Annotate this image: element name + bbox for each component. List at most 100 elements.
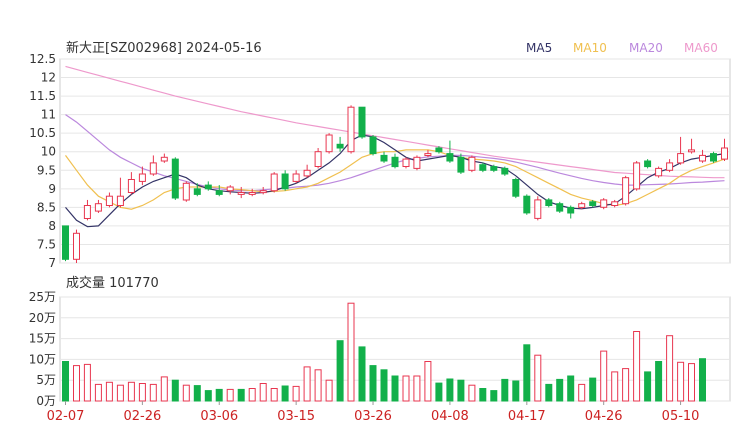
- date-tick-label: 04-17: [508, 409, 546, 424]
- candle: [226, 185, 234, 195]
- candle-body-up: [347, 106, 355, 153]
- volume-bar-up: [633, 331, 641, 402]
- candle-body-down: [589, 201, 597, 207]
- volume-bar-up: [611, 371, 619, 402]
- candle: [73, 229, 80, 263]
- candle: [666, 159, 674, 173]
- candle: [567, 205, 575, 219]
- date-tick-label: 02-07: [47, 409, 85, 424]
- candle-body-up: [105, 195, 113, 206]
- candle-body-down: [171, 158, 179, 199]
- candle: [105, 192, 113, 208]
- candle-body-up: [127, 179, 135, 193]
- volume-bar-down: [336, 340, 344, 402]
- candle-body-down: [710, 153, 717, 162]
- volume-bar-down: [644, 371, 652, 402]
- candle: [677, 136, 685, 165]
- candle: [325, 133, 333, 154]
- date-tick-label: 03-15: [277, 409, 315, 424]
- legend-ma20: MA20: [629, 41, 663, 55]
- candle-body-up: [578, 203, 586, 208]
- candle: [644, 159, 652, 169]
- candle: [534, 196, 542, 221]
- candle-body-up: [270, 173, 278, 192]
- price-tick-label: 9.5: [37, 163, 56, 177]
- volume-bar-up: [259, 383, 267, 402]
- volume-bar-down: [479, 388, 487, 402]
- price-tick-label: 12.5: [29, 52, 56, 66]
- candle-body-down: [62, 225, 69, 260]
- candle-body-down: [567, 206, 575, 214]
- date-tick-label: 04-08: [431, 409, 469, 424]
- volume-bar-down: [369, 365, 377, 402]
- volume-bar-down: [281, 385, 289, 402]
- price-tick-label: 11.5: [29, 89, 56, 103]
- candle: [556, 201, 564, 213]
- candle-body-down: [391, 156, 399, 168]
- candle-body-up: [226, 186, 234, 192]
- candle-body-up: [688, 149, 695, 153]
- volume-bar-down: [435, 382, 443, 402]
- candle: [611, 199, 619, 208]
- price-tick-label: 8: [48, 219, 56, 233]
- candle: [94, 199, 102, 213]
- candle: [171, 157, 179, 200]
- candle-body-up: [325, 134, 333, 153]
- legend-ma5: MA5: [526, 41, 552, 55]
- candle: [369, 135, 377, 156]
- candle-body-up: [413, 156, 421, 169]
- candle-body-up: [633, 162, 641, 190]
- price-tick-label: 9: [48, 182, 56, 196]
- candle: [358, 106, 366, 139]
- candle-body-down: [358, 106, 366, 138]
- volume-bar-up: [73, 365, 80, 402]
- volume-bar-down: [446, 378, 454, 402]
- volume-bar-up: [347, 302, 355, 402]
- volume-bar-up: [314, 369, 322, 402]
- candle: [182, 181, 190, 202]
- candle-body-down: [446, 153, 454, 162]
- candle: [314, 148, 322, 169]
- candle-body-up: [468, 156, 476, 171]
- ma-legend: MA5 MA10 MA20 MA60: [526, 41, 718, 55]
- candle: [204, 181, 212, 191]
- price-tick-label: 10.5: [29, 126, 56, 140]
- candle-body-up: [160, 156, 168, 162]
- candle: [380, 151, 388, 163]
- candle-body-up: [611, 201, 619, 207]
- candle-body-up: [259, 190, 267, 194]
- volume-tick-label: 15万: [29, 332, 56, 346]
- volume-tick-label: 5万: [36, 373, 56, 387]
- price-tick-label: 12: [41, 71, 56, 85]
- volume-bar-down: [556, 378, 564, 402]
- candle-body-down: [479, 164, 487, 171]
- candle: [468, 155, 476, 173]
- candle-body-up: [149, 162, 157, 175]
- candle-body-up: [402, 158, 410, 168]
- candle: [160, 153, 168, 163]
- candle-body-down: [215, 190, 223, 195]
- date-axis: 02-07 02-26 03-06 03-15 03-26 04-08 04-17 04-26…: [47, 401, 699, 424]
- volume-bar-up: [138, 383, 146, 402]
- candle: [501, 166, 509, 176]
- volume-bar-down: [204, 390, 212, 402]
- candle: [710, 151, 717, 163]
- volume-bar-up: [677, 361, 685, 402]
- candle-body-up: [248, 192, 256, 195]
- volume-bar-up: [622, 368, 630, 402]
- candle: [281, 170, 289, 191]
- candle-body-up: [699, 154, 706, 162]
- volume-bar-down: [193, 385, 201, 402]
- volume-bar-up: [688, 363, 695, 402]
- candle-body-down: [644, 160, 652, 168]
- candle: [479, 162, 487, 173]
- volume-bar-down: [358, 346, 366, 402]
- candle: [413, 155, 421, 171]
- candle-body-down: [369, 136, 377, 155]
- price-tick-label: 7.5: [37, 237, 56, 251]
- candle-body-up: [182, 182, 190, 201]
- volume-bar-up: [468, 384, 476, 402]
- candle: [545, 198, 553, 208]
- candle-body-up: [424, 153, 432, 157]
- volume-bar-up: [94, 383, 102, 402]
